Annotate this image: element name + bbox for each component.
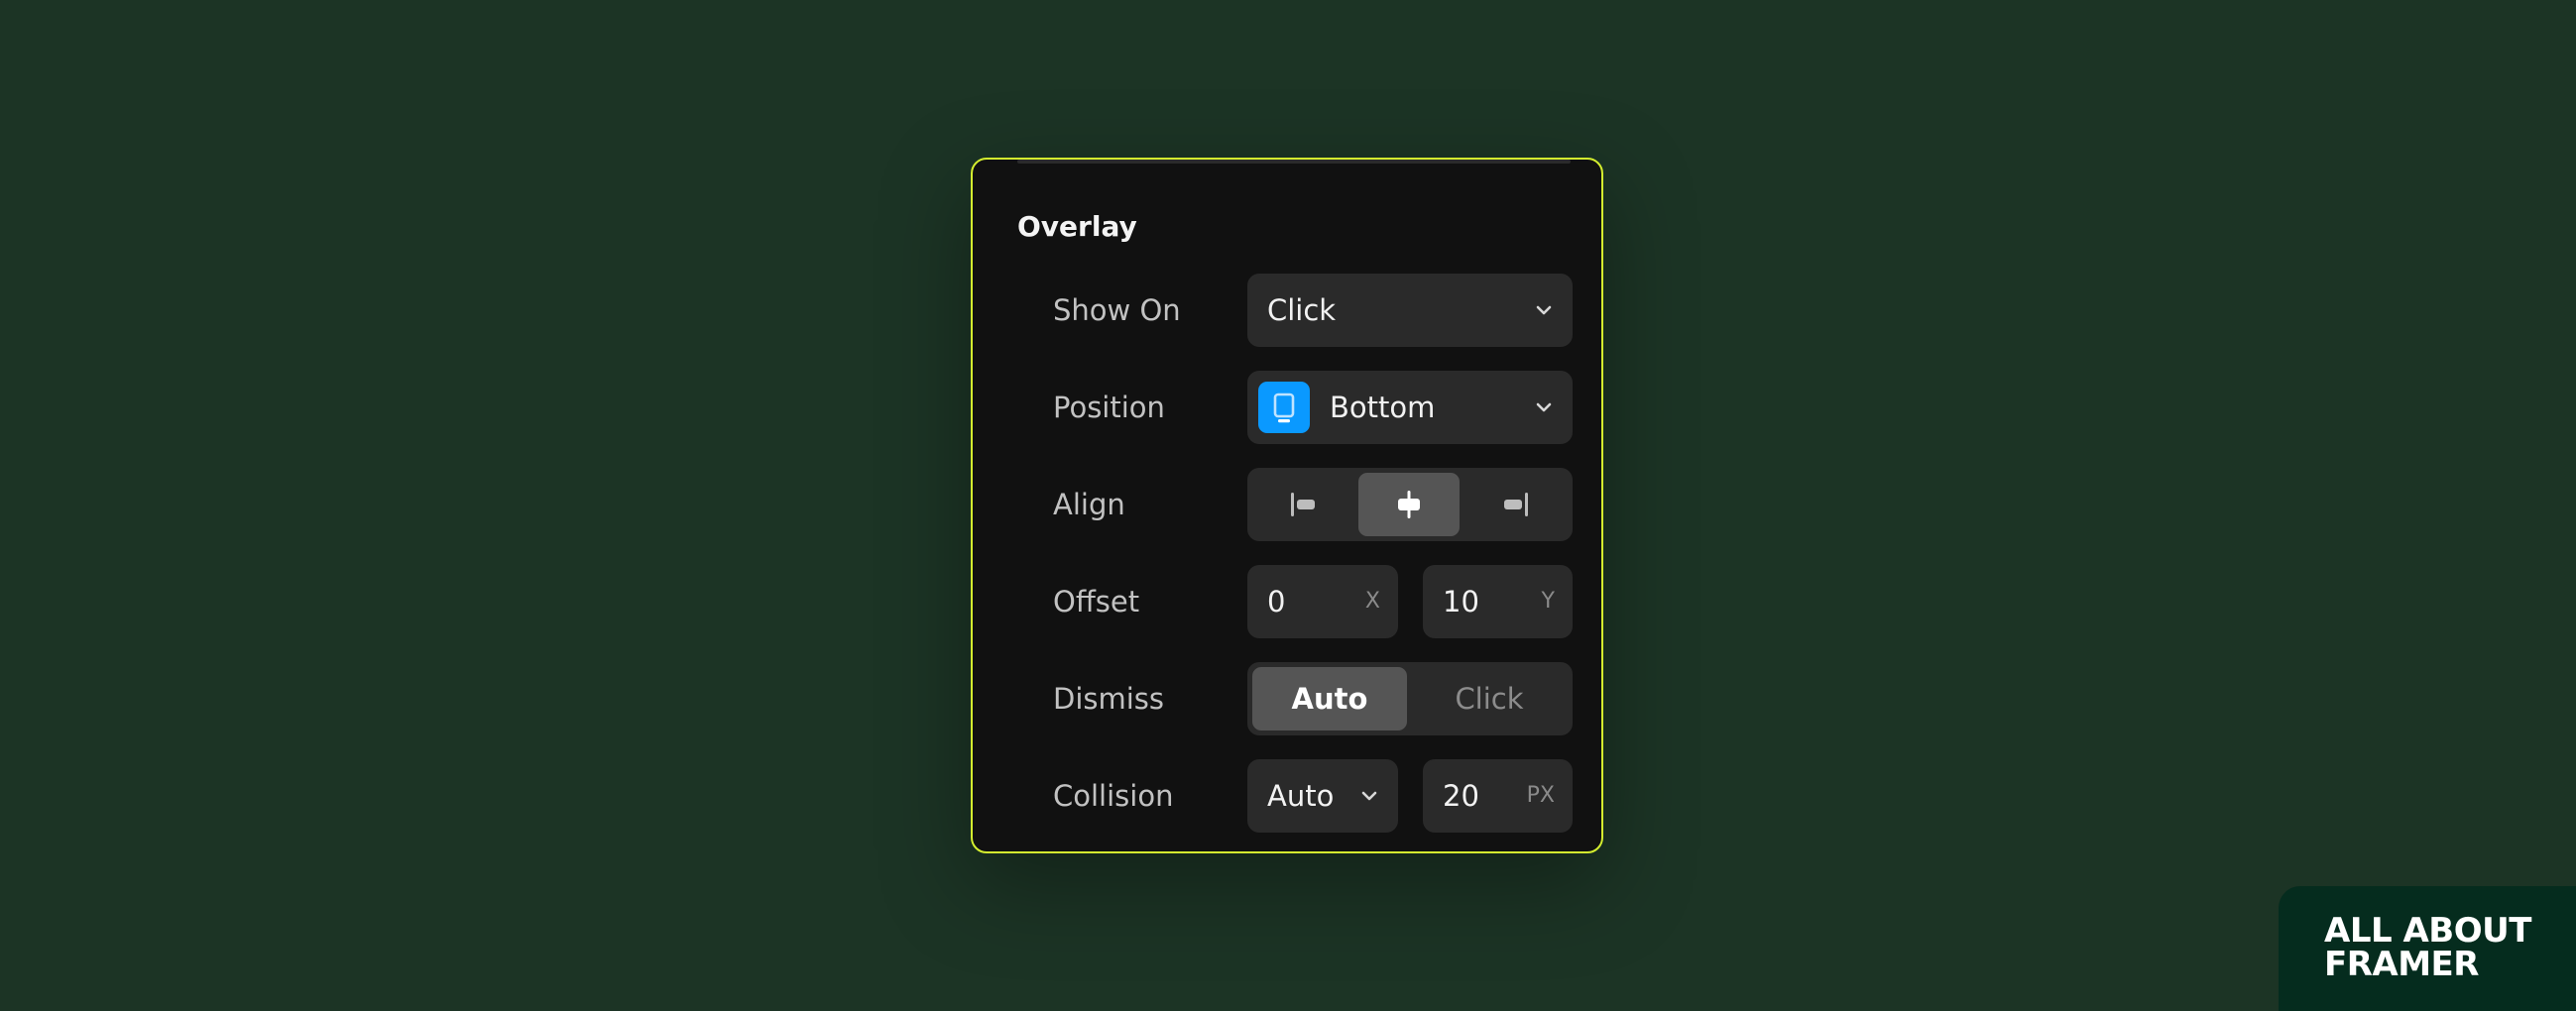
panel-top-divider xyxy=(1017,160,1571,164)
collision-padding-value: 20 xyxy=(1443,779,1479,813)
offset-x-input[interactable]: 0 X xyxy=(1247,565,1398,638)
show-on-row: Show On Click xyxy=(973,274,1601,347)
brand-line-2: FRAMER xyxy=(2324,945,2479,984)
dismiss-click-option[interactable]: Click xyxy=(1412,667,1567,730)
align-label: Align xyxy=(1053,488,1125,521)
show-on-value: Click xyxy=(1267,293,1337,327)
show-on-select[interactable]: Click xyxy=(1247,274,1573,347)
brand-logo-text: ALL ABOUT FRAMER xyxy=(2324,914,2531,981)
collision-mode-value: Auto xyxy=(1267,779,1335,813)
dismiss-auto-option[interactable]: Auto xyxy=(1252,667,1407,730)
dismiss-auto-label: Auto xyxy=(1291,682,1368,716)
align-center-button[interactable] xyxy=(1358,473,1460,536)
overlay-settings-panel: Overlay Show On Click Position Bottom Al… xyxy=(971,158,1603,853)
offset-y-input[interactable]: 10 Y xyxy=(1423,565,1573,638)
align-center-icon xyxy=(1398,491,1420,518)
chevron-down-icon xyxy=(1536,402,1552,412)
offset-y-suffix: Y xyxy=(1541,589,1555,614)
offset-label: Offset xyxy=(1053,585,1140,618)
offset-x-value: 0 xyxy=(1267,585,1286,618)
brand-badge: ALL ABOUT FRAMER xyxy=(2279,886,2576,1011)
align-start-icon xyxy=(1291,493,1315,516)
position-bottom-icon xyxy=(1258,382,1310,433)
chevron-down-icon xyxy=(1536,305,1552,315)
offset-y-value: 10 xyxy=(1443,585,1479,618)
dismiss-label: Dismiss xyxy=(1053,682,1165,716)
dismiss-click-label: Click xyxy=(1455,682,1524,716)
dismiss-row: Dismiss Auto Click xyxy=(973,662,1601,735)
show-on-label: Show On xyxy=(1053,293,1181,327)
position-row: Position Bottom xyxy=(973,371,1601,444)
chevron-down-icon xyxy=(1361,791,1377,801)
offset-row: Offset 0 X 10 Y xyxy=(973,565,1601,638)
position-label: Position xyxy=(1053,391,1165,424)
collision-label: Collision xyxy=(1053,779,1174,813)
collision-padding-suffix: PX xyxy=(1526,783,1555,808)
collision-row: Collision Auto 20 PX xyxy=(973,759,1601,833)
align-segmented-control xyxy=(1247,468,1573,541)
brand-line-1: ALL ABOUT xyxy=(2324,911,2531,951)
position-value: Bottom xyxy=(1330,391,1436,424)
section-title: Overlay xyxy=(1017,210,1137,243)
align-end-icon xyxy=(1504,493,1528,516)
collision-mode-select[interactable]: Auto xyxy=(1247,759,1398,833)
position-select[interactable]: Bottom xyxy=(1247,371,1573,444)
align-start-button[interactable] xyxy=(1252,473,1353,536)
align-row: Align xyxy=(973,468,1601,541)
dismiss-segmented-control: Auto Click xyxy=(1247,662,1573,735)
align-end-button[interactable] xyxy=(1465,473,1567,536)
offset-x-suffix: X xyxy=(1364,589,1380,614)
collision-padding-input[interactable]: 20 PX xyxy=(1423,759,1573,833)
